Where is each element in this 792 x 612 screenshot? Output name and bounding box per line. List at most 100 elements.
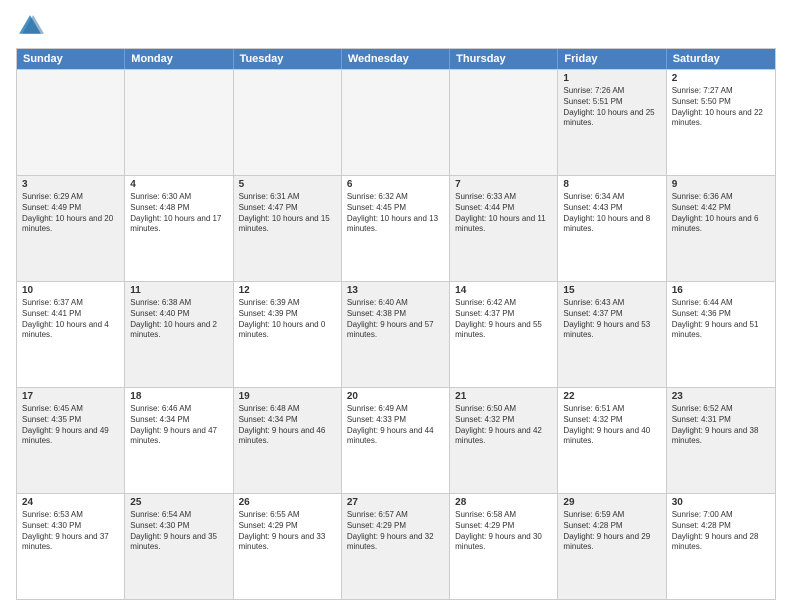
day-info: Sunrise: 6:38 AM Sunset: 4:40 PM Dayligh… — [130, 298, 227, 341]
calendar-cell-23: 23 Sunrise: 6:52 AM Sunset: 4:31 PM Dayli… — [667, 388, 775, 493]
day-number: 12 — [239, 285, 336, 296]
header-day-thursday: Thursday — [450, 49, 558, 69]
calendar-cell-empty-0-3 — [342, 70, 450, 175]
page: SundayMondayTuesdayWednesdayThursdayFrid… — [0, 0, 792, 612]
header-day-saturday: Saturday — [667, 49, 775, 69]
calendar-cell-13: 13Sunrise: 6:40 AM Sunset: 4:38 PM Dayli… — [342, 282, 450, 387]
calendar-cell-empty-0-2 — [234, 70, 342, 175]
day-info: Sunrise: 6:52 AM Sunset: 4:31 PM Dayligh… — [672, 404, 770, 447]
calendar-cell-14: 14 Sunrise: 6:42 AM Sunset: 4:37 PM Dayli… — [450, 282, 558, 387]
day-number: 19 — [239, 391, 336, 402]
header-day-tuesday: Tuesday — [234, 49, 342, 69]
calendar-cell-empty-0-0 — [17, 70, 125, 175]
calendar-cell-1: 1 Sunrise: 7:26 AM Sunset: 5:51 PM Daylig… — [558, 70, 666, 175]
day-info: Sunrise: 6:45 AM Sunset: 4:35 PM Dayligh… — [22, 404, 119, 447]
calendar-cell-3: 3 Sunrise: 6:29 AM Sunset: 4:49 PM Daylig… — [17, 176, 125, 281]
day-number: 17 — [22, 391, 119, 402]
day-info: Sunrise: 7:26 AM Sunset: 5:51 PM Dayligh… — [563, 86, 660, 129]
calendar-row-4: 24Sunrise: 6:53 AM Sunset: 4:30 PM Dayli… — [17, 493, 775, 599]
day-info: Sunrise: 6:34 AM Sunset: 4:43 PM Dayligh… — [563, 192, 660, 235]
day-info: Sunrise: 6:40 AM Sunset: 4:38 PM Dayligh… — [347, 298, 444, 341]
day-number: 5 — [239, 179, 336, 190]
header-day-monday: Monday — [125, 49, 233, 69]
day-info: Sunrise: 6:30 AM Sunset: 4:48 PM Dayligh… — [130, 192, 227, 235]
calendar-cell-15: 15Sunrise: 6:43 AM Sunset: 4:37 PM Dayli… — [558, 282, 666, 387]
day-info: Sunrise: 6:55 AM Sunset: 4:29 PM Dayligh… — [239, 510, 336, 553]
calendar-row-1: 3 Sunrise: 6:29 AM Sunset: 4:49 PM Daylig… — [17, 175, 775, 281]
calendar-cell-16: 16Sunrise: 6:44 AM Sunset: 4:36 PM Dayli… — [667, 282, 775, 387]
calendar-cell-18: 18 Sunrise: 6:46 AM Sunset: 4:34 PM Dayli… — [125, 388, 233, 493]
day-number: 16 — [672, 285, 770, 296]
day-number: 18 — [130, 391, 227, 402]
calendar-row-3: 17 Sunrise: 6:45 AM Sunset: 4:35 PM Dayli… — [17, 387, 775, 493]
day-number: 20 — [347, 391, 444, 402]
calendar-cell-empty-0-4 — [450, 70, 558, 175]
calendar-cell-22: 22 Sunrise: 6:51 AM Sunset: 4:32 PM Dayli… — [558, 388, 666, 493]
day-number: 14 — [455, 285, 552, 296]
day-number: 23 — [672, 391, 770, 402]
day-info: Sunrise: 6:54 AM Sunset: 4:30 PM Dayligh… — [130, 510, 227, 553]
calendar-cell-28: 28 Sunrise: 6:58 AM Sunset: 4:29 PM Dayli… — [450, 494, 558, 599]
calendar-cell-12: 12 Sunrise: 6:39 AM Sunset: 4:39 PM Dayli… — [234, 282, 342, 387]
calendar-cell-24: 24Sunrise: 6:53 AM Sunset: 4:30 PM Dayli… — [17, 494, 125, 599]
day-info: Sunrise: 7:00 AM Sunset: 4:28 PM Dayligh… — [672, 510, 770, 553]
day-number: 8 — [563, 179, 660, 190]
calendar-cell-20: 20 Sunrise: 6:49 AM Sunset: 4:33 PM Dayli… — [342, 388, 450, 493]
day-number: 6 — [347, 179, 444, 190]
day-info: Sunrise: 6:48 AM Sunset: 4:34 PM Dayligh… — [239, 404, 336, 447]
day-info: Sunrise: 6:59 AM Sunset: 4:28 PM Dayligh… — [563, 510, 660, 553]
header-day-sunday: Sunday — [17, 49, 125, 69]
day-info: Sunrise: 6:32 AM Sunset: 4:45 PM Dayligh… — [347, 192, 444, 235]
calendar-cell-21: 21 Sunrise: 6:50 AM Sunset: 4:32 PM Dayli… — [450, 388, 558, 493]
day-info: Sunrise: 6:50 AM Sunset: 4:32 PM Dayligh… — [455, 404, 552, 447]
calendar-cell-2: 2 Sunrise: 7:27 AM Sunset: 5:50 PM Daylig… — [667, 70, 775, 175]
calendar-row-2: 10 Sunrise: 6:37 AM Sunset: 4:41 PM Dayli… — [17, 281, 775, 387]
day-info: Sunrise: 6:49 AM Sunset: 4:33 PM Dayligh… — [347, 404, 444, 447]
header-day-wednesday: Wednesday — [342, 49, 450, 69]
day-info: Sunrise: 6:46 AM Sunset: 4:34 PM Dayligh… — [130, 404, 227, 447]
calendar: SundayMondayTuesdayWednesdayThursdayFrid… — [16, 48, 776, 600]
day-info: Sunrise: 6:58 AM Sunset: 4:29 PM Dayligh… — [455, 510, 552, 553]
calendar-row-0: 1 Sunrise: 7:26 AM Sunset: 5:51 PM Daylig… — [17, 69, 775, 175]
day-number: 3 — [22, 179, 119, 190]
day-number: 24 — [22, 497, 119, 508]
day-number: 25 — [130, 497, 227, 508]
calendar-cell-11: 11 Sunrise: 6:38 AM Sunset: 4:40 PM Dayli… — [125, 282, 233, 387]
day-info: Sunrise: 6:31 AM Sunset: 4:47 PM Dayligh… — [239, 192, 336, 235]
day-info: Sunrise: 6:57 AM Sunset: 4:29 PM Dayligh… — [347, 510, 444, 553]
day-info: Sunrise: 6:29 AM Sunset: 4:49 PM Dayligh… — [22, 192, 119, 235]
day-info: Sunrise: 6:42 AM Sunset: 4:37 PM Dayligh… — [455, 298, 552, 341]
day-number: 22 — [563, 391, 660, 402]
day-info: Sunrise: 6:33 AM Sunset: 4:44 PM Dayligh… — [455, 192, 552, 235]
day-info: Sunrise: 6:51 AM Sunset: 4:32 PM Dayligh… — [563, 404, 660, 447]
calendar-cell-10: 10 Sunrise: 6:37 AM Sunset: 4:41 PM Dayli… — [17, 282, 125, 387]
day-number: 21 — [455, 391, 552, 402]
calendar-cell-19: 19 Sunrise: 6:48 AM Sunset: 4:34 PM Dayli… — [234, 388, 342, 493]
day-info: Sunrise: 6:36 AM Sunset: 4:42 PM Dayligh… — [672, 192, 770, 235]
calendar-cell-8: 8 Sunrise: 6:34 AM Sunset: 4:43 PM Daylig… — [558, 176, 666, 281]
day-number: 1 — [563, 73, 660, 84]
day-number: 27 — [347, 497, 444, 508]
day-number: 28 — [455, 497, 552, 508]
logo-icon — [16, 12, 44, 40]
day-number: 10 — [22, 285, 119, 296]
calendar-cell-26: 26 Sunrise: 6:55 AM Sunset: 4:29 PM Dayli… — [234, 494, 342, 599]
calendar-cell-17: 17 Sunrise: 6:45 AM Sunset: 4:35 PM Dayli… — [17, 388, 125, 493]
calendar-cell-6: 6 Sunrise: 6:32 AM Sunset: 4:45 PM Daylig… — [342, 176, 450, 281]
calendar-cell-9: 9 Sunrise: 6:36 AM Sunset: 4:42 PM Daylig… — [667, 176, 775, 281]
calendar-header: SundayMondayTuesdayWednesdayThursdayFrid… — [17, 49, 775, 69]
day-number: 9 — [672, 179, 770, 190]
day-info: Sunrise: 6:37 AM Sunset: 4:41 PM Dayligh… — [22, 298, 119, 341]
day-info: Sunrise: 7:27 AM Sunset: 5:50 PM Dayligh… — [672, 86, 770, 129]
day-number: 26 — [239, 497, 336, 508]
calendar-cell-5: 5 Sunrise: 6:31 AM Sunset: 4:47 PM Daylig… — [234, 176, 342, 281]
calendar-cell-30: 30Sunrise: 7:00 AM Sunset: 4:28 PM Dayli… — [667, 494, 775, 599]
day-info: Sunrise: 6:39 AM Sunset: 4:39 PM Dayligh… — [239, 298, 336, 341]
day-number: 2 — [672, 73, 770, 84]
day-number: 29 — [563, 497, 660, 508]
day-number: 11 — [130, 285, 227, 296]
logo — [16, 12, 48, 40]
calendar-body: 1 Sunrise: 7:26 AM Sunset: 5:51 PM Daylig… — [17, 69, 775, 599]
calendar-cell-empty-0-1 — [125, 70, 233, 175]
calendar-cell-4: 4Sunrise: 6:30 AM Sunset: 4:48 PM Daylig… — [125, 176, 233, 281]
